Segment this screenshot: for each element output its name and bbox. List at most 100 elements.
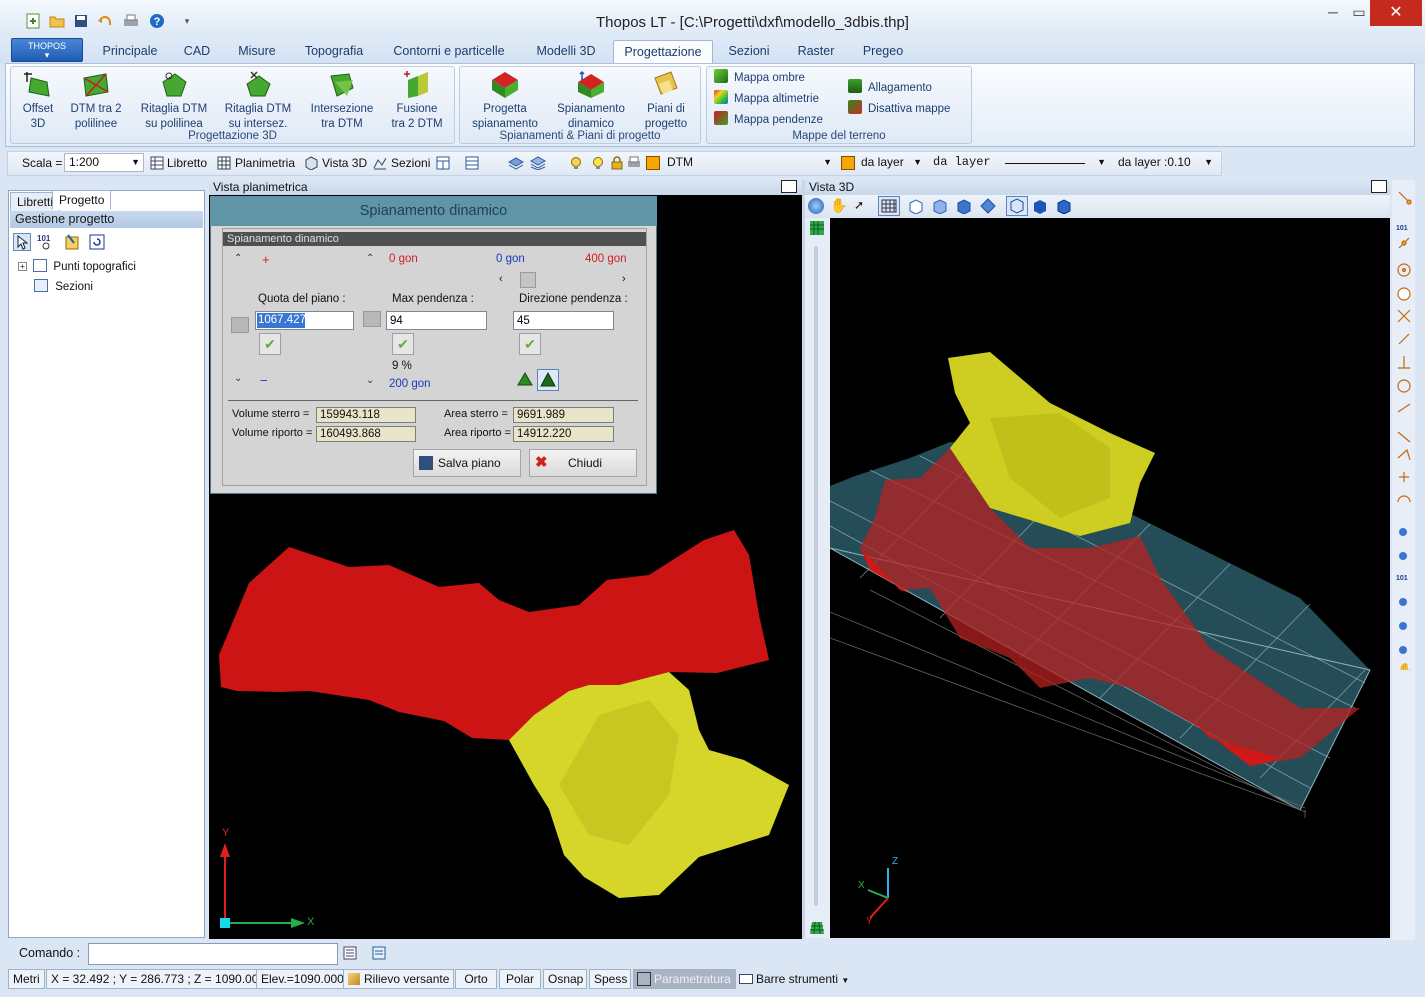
intersezione-dtm-button[interactable]: Intersezione tra DTM <box>304 68 380 132</box>
slider-thumb[interactable] <box>520 272 536 288</box>
view-front-icon[interactable] <box>932 198 948 215</box>
add-point-icon[interactable] <box>64 233 82 251</box>
tab-sezioni[interactable]: Sezioni <box>721 40 777 64</box>
ritaglia-intersez-button[interactable]: Ritaglia DTM su intersez. <box>220 68 296 132</box>
polar-toggle[interactable]: Polar <box>499 969 541 989</box>
app-menu-button[interactable]: THOPOS ▾ <box>11 38 83 62</box>
dtm-polilinee-button[interactable]: DTM tra 2 polilinee <box>66 68 126 132</box>
chevron-left-icon[interactable]: ‹ <box>499 273 503 285</box>
sezioni-button[interactable]: Sezioni <box>391 156 430 170</box>
quota-apply-icon[interactable]: ✔ <box>259 333 281 355</box>
select-tool-icon[interactable] <box>13 233 31 251</box>
maximize-3d-icon[interactable] <box>1371 180 1387 193</box>
pan-hand-icon[interactable]: ✋ <box>830 197 847 214</box>
close-icon[interactable]: ✕ <box>1370 0 1422 26</box>
units-indicator[interactable]: Metri <box>8 969 45 989</box>
tab-misure[interactable]: Misure <box>228 40 286 64</box>
mappa-ombre-button[interactable]: Mappa ombre <box>714 69 805 87</box>
expand-icon[interactable]: + <box>18 262 27 271</box>
solid-icon[interactable] <box>1032 198 1048 214</box>
terrain-grid-icon[interactable] <box>809 220 825 236</box>
progetta-spianamento-button[interactable]: Progetta spianamento <box>466 68 544 132</box>
layout-grid-icon[interactable] <box>436 156 450 170</box>
disattiva-mappe-button[interactable]: Disattiva mappe <box>848 100 950 118</box>
chevron-up-icon[interactable]: ⌃ <box>234 253 242 264</box>
spianamento-dinamico-icon <box>578 70 604 98</box>
offset-3d-button[interactable]: Offset 3D <box>14 68 62 132</box>
rilievo-versante-toggle[interactable]: Rilievo versante <box>343 969 455 989</box>
orbit-icon[interactable] <box>808 198 824 214</box>
tab-principale[interactable]: Principale <box>95 40 165 64</box>
scala-select[interactable]: 1:200 ▼ <box>64 153 144 172</box>
mappa-altimetrie-button[interactable]: Mappa altimetrie <box>714 90 819 108</box>
parametratura-toggle[interactable]: Parametratura <box>633 969 736 989</box>
tab-raster[interactable]: Raster <box>787 40 845 64</box>
chevron-down-icon[interactable]: ⌄ <box>366 375 374 386</box>
allagamento-button[interactable]: Allagamento <box>848 79 932 97</box>
printer-layer-icon[interactable] <box>627 156 641 170</box>
layout-rows-icon[interactable] <box>465 156 479 170</box>
history-icon[interactable] <box>372 946 386 960</box>
terrain-grid-bottom-icon[interactable] <box>809 920 825 936</box>
tab-topografia[interactable]: Topografia <box>297 40 371 64</box>
chevron-up-icon[interactable]: ⌃ <box>366 253 374 264</box>
view-top-icon[interactable] <box>908 198 924 215</box>
zoom-slider[interactable] <box>814 246 818 906</box>
planimetria-button[interactable]: Planimetria <box>235 156 295 170</box>
tree-node-punti[interactable]: + Punti topografici <box>18 259 136 273</box>
tab-progettazione[interactable]: Progettazione <box>613 40 713 65</box>
libretto-button[interactable]: Libretto <box>167 156 207 170</box>
osnap-toggle[interactable]: Osnap <box>543 969 587 989</box>
orto-toggle[interactable]: Orto <box>455 969 497 989</box>
chiudi-button[interactable]: ✖ Chiudi <box>529 449 637 477</box>
shaded-icon[interactable] <box>1056 198 1072 215</box>
layers-icon[interactable] <box>507 156 525 170</box>
y-axis-3d-label: Y <box>866 916 873 927</box>
tab-contorni[interactable]: Contorni e particelle <box>383 40 515 64</box>
mappa-pendenze-button[interactable]: Mappa pendenze <box>714 111 823 129</box>
vista3d-button[interactable]: Vista 3D <box>322 156 367 170</box>
color-select[interactable]: da layer ▼ <box>856 153 926 172</box>
tab-modelli3d[interactable]: Modelli 3D <box>527 40 605 64</box>
pendenza-input[interactable] <box>386 311 487 330</box>
lock-icon[interactable] <box>610 156 624 170</box>
terrain-cut-icon[interactable] <box>515 370 535 390</box>
grid-toggle-icon[interactable] <box>878 196 900 216</box>
tab-progetto[interactable]: Progetto <box>52 190 112 210</box>
command-input[interactable] <box>88 943 338 965</box>
refresh-icon[interactable] <box>88 233 106 251</box>
direzione-apply-icon[interactable]: ✔ <box>519 333 541 355</box>
direction-slider[interactable]: ‹ › <box>496 272 634 288</box>
calculator-icon[interactable] <box>343 946 357 960</box>
chevron-down-icon[interactable]: ⌄ <box>234 373 242 384</box>
select-arrow-icon[interactable]: ➚ <box>854 198 864 212</box>
tree-node-sezioni[interactable]: Sezioni <box>34 279 93 293</box>
salva-piano-button[interactable]: Salva piano <box>413 449 521 477</box>
point-number-icon[interactable]: 101 <box>36 233 54 251</box>
elev-display[interactable]: Elev.=1090.000 <box>256 969 349 989</box>
ritaglia-polilinea-button[interactable]: Ritaglia DTM su polilinea <box>136 68 212 132</box>
dialog-frame <box>222 228 647 486</box>
direzione-input[interactable] <box>513 311 614 330</box>
lightbulb-icon[interactable] <box>591 156 605 170</box>
maximize-plan-icon[interactable] <box>781 180 797 193</box>
layer-select[interactable]: DTM ▼ <box>662 153 836 172</box>
view3d-canvas[interactable]: Z X Y <box>829 218 1390 938</box>
fusione-dtm-button[interactable]: Fusione tra 2 DTM <box>386 68 448 132</box>
wireframe-icon[interactable] <box>1006 196 1028 216</box>
pendenza-apply-icon[interactable]: ✔ <box>392 333 414 355</box>
tab-cad[interactable]: CAD <box>175 40 219 64</box>
piani-progetto-button[interactable]: Piani di progetto <box>638 68 694 132</box>
terrain-fill-icon[interactable] <box>537 369 559 391</box>
lightbulb-off-icon[interactable] <box>569 156 583 170</box>
spianamento-dinamico-button[interactable]: Spianamento dinamico <box>550 68 632 132</box>
view-side-icon[interactable] <box>956 198 972 215</box>
tab-pregeo[interactable]: Pregeo <box>853 40 913 64</box>
spess-toggle[interactable]: Spess <box>589 969 631 989</box>
layer-stack-icon[interactable] <box>529 156 547 171</box>
chevron-right-icon[interactable]: › <box>622 273 626 285</box>
view-iso-icon[interactable] <box>980 198 996 214</box>
lineweight-select[interactable]: da layer :0.10 ▼ <box>1113 153 1217 172</box>
linetype-select[interactable]: da layer ▼ <box>928 153 1110 172</box>
barre-strumenti-menu[interactable]: Barre strumenti ▼ <box>735 969 854 989</box>
